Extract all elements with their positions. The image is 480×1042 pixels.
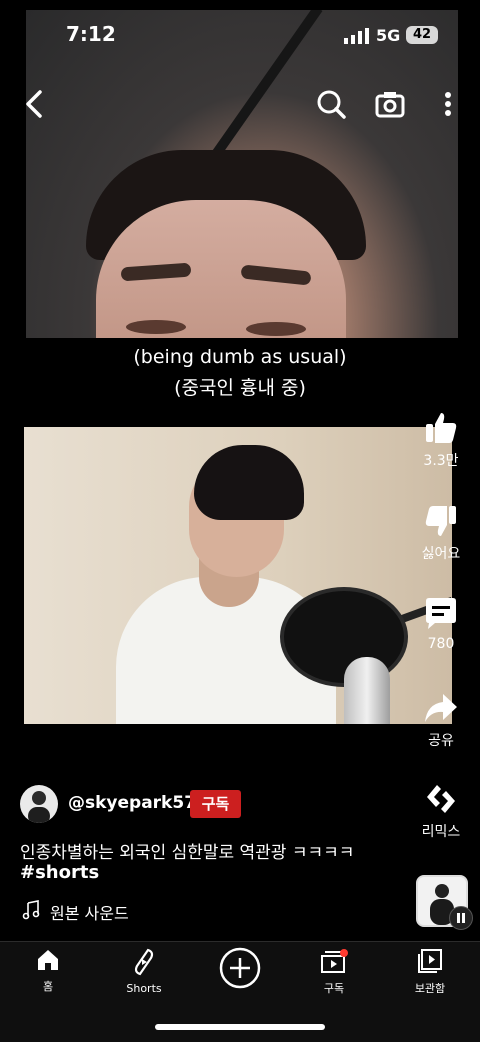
status-time: 7:12 xyxy=(66,22,116,46)
back-icon[interactable] xyxy=(14,84,54,124)
remix-label: 리믹스 xyxy=(421,824,461,840)
sound-label[interactable]: 원본 사운드 xyxy=(50,900,129,924)
remix-button[interactable]: 리믹스 xyxy=(412,781,470,841)
comments-button[interactable]: 780 xyxy=(412,596,470,652)
share-label: 공유 xyxy=(428,733,454,749)
pause-icon[interactable] xyxy=(449,906,473,930)
nav-home[interactable]: 홈 xyxy=(8,948,88,994)
remix-icon xyxy=(427,785,455,813)
nav-library-label: 보관함 xyxy=(414,982,446,995)
like-count: 3.3만 xyxy=(423,453,459,469)
caption-line-2: (중국인 흉내 중) xyxy=(174,377,306,399)
nav-subscriptions-label: 구독 xyxy=(323,982,345,995)
home-icon xyxy=(38,950,58,970)
more-options-icon[interactable] xyxy=(428,84,468,124)
share-button[interactable]: 공유 xyxy=(412,690,470,750)
home-indicator[interactable] xyxy=(155,1024,325,1030)
thumbs-up-icon xyxy=(426,413,457,443)
subscriptions-icon xyxy=(321,949,348,973)
battery-indicator: 42 xyxy=(406,26,438,44)
search-icon[interactable] xyxy=(311,84,351,124)
nav-shorts[interactable]: Shorts xyxy=(104,948,184,995)
comment-count: 780 xyxy=(427,636,455,652)
hashtag-link[interactable]: #shorts xyxy=(20,862,99,883)
dislike-button[interactable]: 싫어요 xyxy=(412,503,470,563)
camera-icon[interactable] xyxy=(370,84,410,124)
nav-library[interactable]: 보관함 xyxy=(390,948,470,996)
nav-home-label: 홈 xyxy=(42,980,54,993)
shorts-icon xyxy=(134,948,154,976)
channel-avatar[interactable] xyxy=(20,785,58,823)
comment-icon xyxy=(426,598,456,629)
library-icon xyxy=(418,949,442,973)
subscribe-button[interactable]: 구독 xyxy=(190,790,241,818)
lower-video-frame[interactable] xyxy=(24,427,452,724)
nav-shorts-label: Shorts xyxy=(126,982,162,995)
dislike-label: 싫어요 xyxy=(421,546,461,562)
right-eye xyxy=(246,322,306,336)
hair-shape xyxy=(194,445,304,520)
caption-line-1: (being dumb as usual) xyxy=(133,346,347,368)
like-button[interactable]: 3.3만 xyxy=(412,410,470,470)
avatar-person-icon xyxy=(28,791,50,823)
music-note-icon xyxy=(22,900,40,920)
network-label: 5G xyxy=(376,26,401,45)
signal-icon xyxy=(344,28,369,44)
nav-subscriptions[interactable]: 구독 xyxy=(294,948,374,996)
video-title[interactable]: 인종차별하는 외국인 심한말로 역관광 ㅋㅋㅋㅋ xyxy=(20,838,354,863)
upper-video-frame[interactable] xyxy=(26,10,458,338)
microphone xyxy=(344,657,390,724)
left-eye xyxy=(126,320,186,334)
share-icon xyxy=(425,694,457,722)
thumbs-down-icon xyxy=(425,506,456,536)
create-plus-icon[interactable] xyxy=(219,947,261,989)
channel-handle[interactable]: @skyepark57 xyxy=(68,793,196,813)
